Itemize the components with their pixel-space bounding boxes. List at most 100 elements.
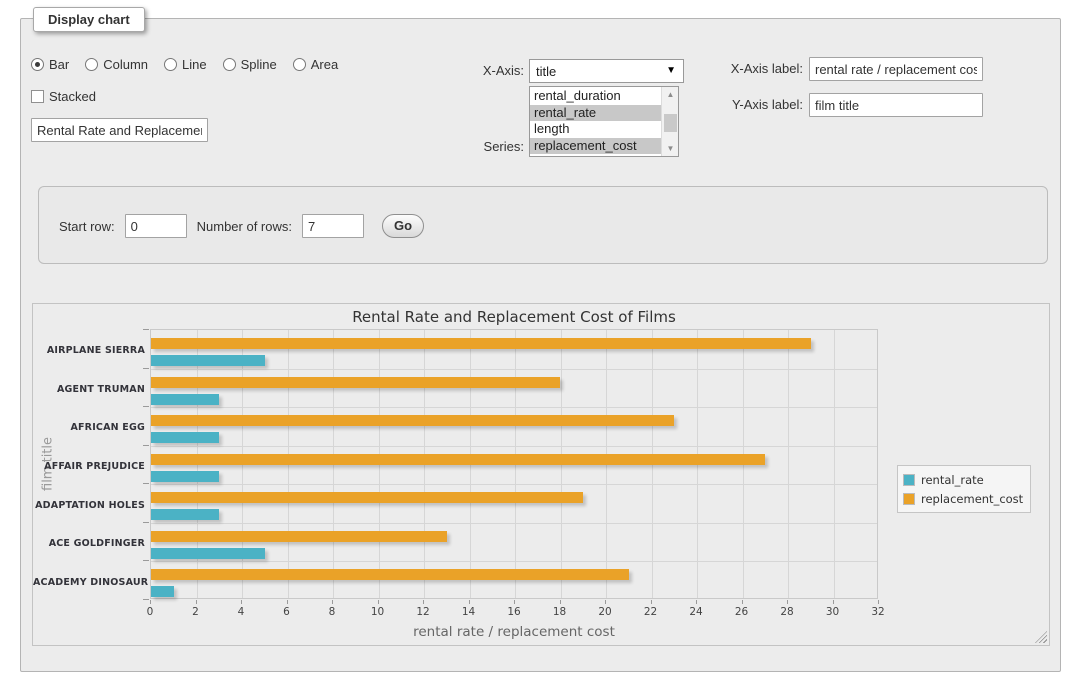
x-tick-mark [833, 600, 834, 604]
x-tick-label: 16 [507, 606, 520, 618]
rental_rate-bar [151, 586, 174, 597]
radio-icon[interactable] [293, 58, 306, 71]
y-tick-mark [143, 329, 149, 330]
gridline [151, 484, 877, 485]
x-tick-mark [696, 600, 697, 604]
category-label: ACADEMY DINOSAUR [33, 577, 145, 588]
category-label: AFFAIR PREJUDICE [33, 461, 145, 472]
y-tick-mark [143, 406, 149, 407]
category-label: AIRPLANE SIERRA [33, 345, 145, 356]
category-label: AFRICAN EGG [33, 422, 145, 433]
x-tick-mark [469, 600, 470, 604]
x-tick-label: 8 [329, 606, 336, 618]
x-axis-label-input[interactable] [809, 57, 983, 81]
stacked-label: Stacked [49, 89, 96, 104]
chart-title-input[interactable] [31, 118, 208, 142]
category-label: AGENT TRUMAN [33, 384, 145, 395]
start-row-input[interactable] [125, 214, 187, 238]
x-axis-selected-value: title [536, 64, 556, 79]
stacked-checkbox-row[interactable]: Stacked [31, 89, 96, 104]
y-tick-mark [143, 445, 149, 446]
legend-item: rental_rate [903, 470, 1023, 489]
gridline [788, 330, 789, 598]
num-rows-label: Number of rows: [197, 219, 292, 234]
x-tick-label: 2 [192, 606, 199, 618]
x-axis-label-caption: X-Axis label: [621, 61, 803, 76]
replacement_cost-bar [151, 492, 583, 503]
scrollbar-thumb[interactable] [664, 114, 677, 132]
plot-area [150, 329, 878, 599]
x-tick-mark [287, 600, 288, 604]
chart-x-axis-title: rental rate / replacement cost [150, 624, 878, 640]
chart-type-line[interactable]: Line [164, 57, 207, 72]
y-tick-mark [143, 599, 149, 600]
chart-legend: rental_rate replacement_cost [897, 465, 1031, 513]
x-tick-mark [651, 600, 652, 604]
chart-type-area[interactable]: Area [293, 57, 338, 72]
start-row-label: Start row: [59, 219, 115, 234]
radio-icon[interactable] [85, 58, 98, 71]
replacement_cost-bar [151, 569, 629, 580]
x-tick-label: 4 [238, 606, 245, 618]
y-tick-mark [143, 483, 149, 484]
x-tick-label: 22 [644, 606, 657, 618]
y-tick-mark [143, 368, 149, 369]
series-option-replacement_cost[interactable]: replacement_cost [530, 138, 661, 155]
resize-handle-icon[interactable] [1035, 631, 1047, 643]
x-tick-mark [423, 600, 424, 604]
go-button[interactable]: Go [382, 214, 424, 238]
x-tick-mark [878, 600, 879, 604]
gridline [151, 369, 877, 370]
scroll-down-icon[interactable]: ▼ [662, 141, 679, 156]
replacement_cost-bar [151, 531, 447, 542]
x-tick-mark [742, 600, 743, 604]
rental_rate-bar [151, 394, 219, 405]
chart-title: Rental Rate and Replacement Cost of Film… [150, 308, 878, 326]
chart-type-bar[interactable]: Bar [31, 57, 69, 72]
x-tick-mark [514, 600, 515, 604]
chart-type-column[interactable]: Column [85, 57, 148, 72]
x-tick-label: 12 [416, 606, 429, 618]
x-tick-mark [196, 600, 197, 604]
x-tick-mark [560, 600, 561, 604]
series-list-label: Series: [401, 139, 524, 154]
x-tick-label: 18 [553, 606, 566, 618]
y-axis-label-input[interactable] [809, 93, 983, 117]
radio-icon[interactable] [164, 58, 177, 71]
fieldset-legend: Display chart [33, 7, 145, 32]
display-chart-fieldset: Display chart BarColumnLineSplineArea St… [20, 18, 1061, 672]
legend-item: replacement_cost [903, 489, 1023, 508]
legend-label: replacement_cost [921, 492, 1023, 506]
radio-icon[interactable] [31, 58, 44, 71]
legend-swatch [903, 474, 915, 486]
radio-icon[interactable] [223, 58, 236, 71]
page: Display chart Bar Column Line Spline Area St… [0, 0, 1081, 681]
stacked-checkbox[interactable] [31, 90, 44, 103]
category-label: ACE GOLDFINGER [33, 538, 145, 549]
x-tick-label: 24 [689, 606, 702, 618]
chart-type-label: Bar [49, 57, 69, 72]
chart-type-label: Area [311, 57, 338, 72]
legend-swatch [903, 493, 915, 505]
x-tick-label: 32 [871, 606, 884, 618]
num-rows-input[interactable] [302, 214, 364, 238]
x-tick-label: 0 [147, 606, 154, 618]
x-axis-select-label: X-Axis: [401, 63, 524, 78]
replacement_cost-bar [151, 338, 811, 349]
rental_rate-bar [151, 471, 219, 482]
rental_rate-bar [151, 432, 219, 443]
replacement_cost-bar [151, 415, 674, 426]
chart-type-spline[interactable]: Spline [223, 57, 277, 72]
gridline [834, 330, 835, 598]
chart-type-radio-group: Bar Column Line Spline Area [31, 57, 338, 72]
x-tick-label: 14 [462, 606, 475, 618]
x-tick-label: 10 [371, 606, 384, 618]
x-tick-label: 30 [826, 606, 839, 618]
x-tick-label: 28 [780, 606, 793, 618]
x-tick-label: 26 [735, 606, 748, 618]
x-tick-label: 20 [598, 606, 611, 618]
legend-label: rental_rate [921, 473, 984, 487]
series-option-length[interactable]: length [530, 121, 661, 138]
x-tick-mark [605, 600, 606, 604]
chart-type-label: Column [103, 57, 148, 72]
